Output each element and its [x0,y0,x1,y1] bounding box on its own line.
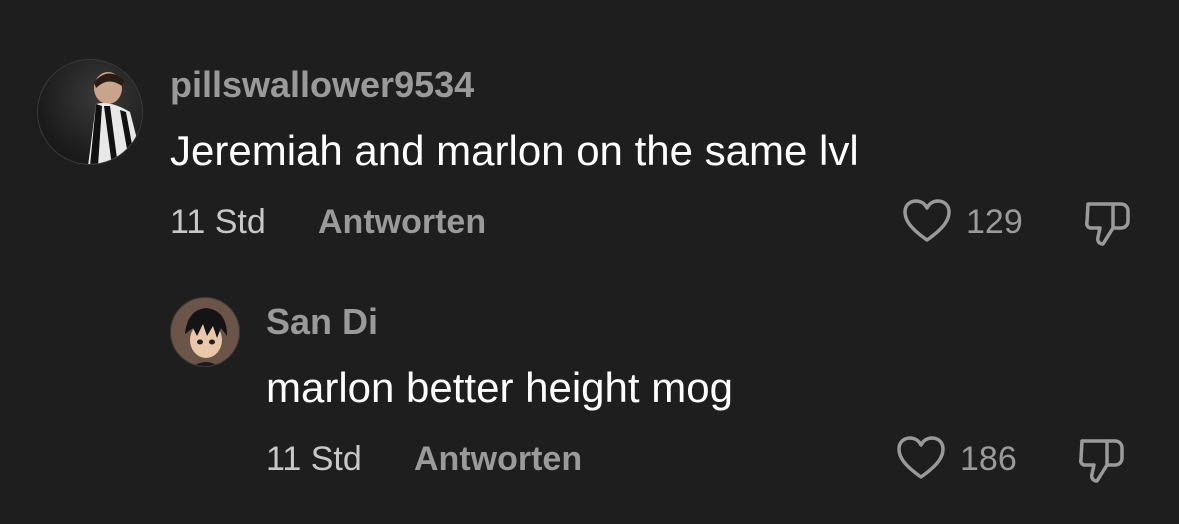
heart-icon [897,436,945,479]
avatar[interactable] [170,297,240,367]
comment-text: marlon better height mog [266,364,733,411]
reply-button[interactable]: Antworten [414,440,582,479]
user-avatar-icon [171,298,239,366]
like-button[interactable] [896,435,946,481]
timestamp: 11 Std [266,440,362,478]
dislike-button[interactable] [1077,435,1127,485]
like-count: 186 [960,440,1017,478]
username[interactable]: San Di [266,301,378,343]
thumbs-down-icon [1079,439,1124,483]
reply-comment-item: San Di marlon better height mog 11 Std A… [0,0,1179,524]
